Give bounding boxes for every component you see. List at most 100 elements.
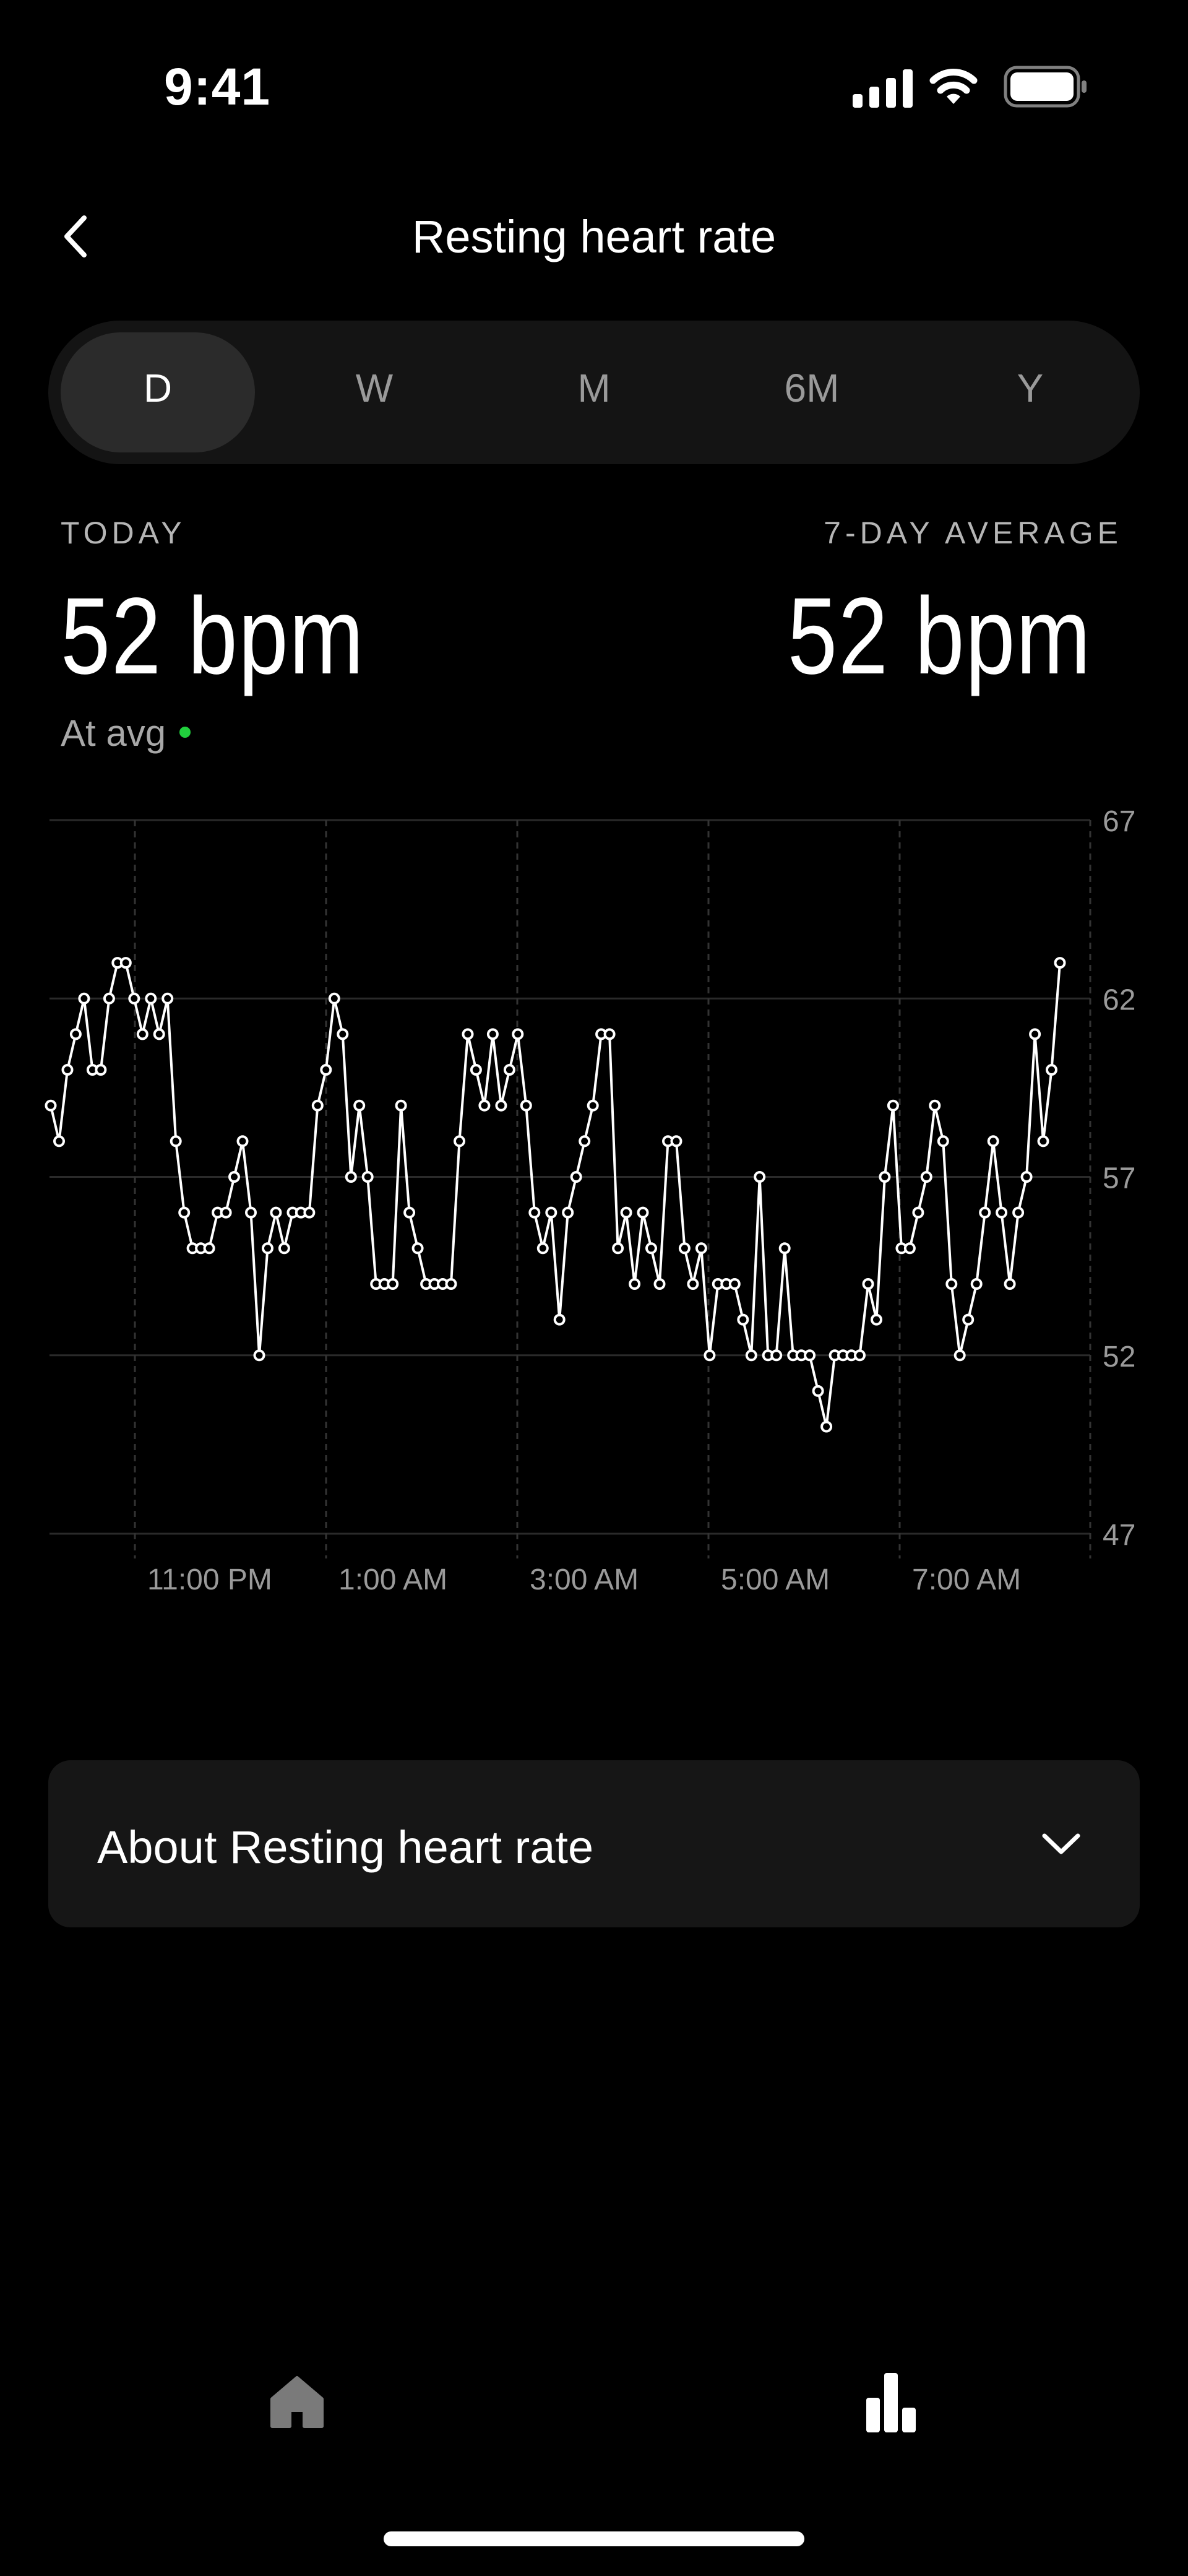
heart-rate-point bbox=[620, 1206, 632, 1219]
heart-rate-point bbox=[645, 1242, 657, 1255]
heart-rate-point bbox=[536, 1242, 549, 1255]
heart-rate-point bbox=[228, 1171, 240, 1183]
heart-rate-point bbox=[495, 1099, 507, 1112]
heart-rate-chart: 67 62 57 52 47 11:00 PM 1:00 AM 3:00 AM 5:00 AM 7… bbox=[45, 805, 1135, 1596]
heart-rate-point bbox=[454, 1135, 465, 1148]
heart-rate-point bbox=[962, 1313, 975, 1326]
heart-rate-point bbox=[637, 1206, 649, 1219]
heart-rate-point bbox=[1046, 1064, 1057, 1076]
heart-rate-point bbox=[570, 1171, 582, 1183]
y-tick-label: 52 bbox=[1103, 1341, 1135, 1373]
heart-rate-point bbox=[262, 1242, 273, 1255]
heart-rate-point bbox=[871, 1313, 882, 1326]
cellular-signal-icon bbox=[853, 69, 913, 108]
heart-rate-point bbox=[754, 1171, 766, 1183]
tab-year[interactable]: Y bbox=[968, 365, 1092, 411]
about-accordion-label: About Resting heart rate bbox=[97, 1822, 594, 1873]
heart-rate-line bbox=[50, 961, 1061, 1428]
heart-rate-point bbox=[203, 1242, 215, 1255]
heart-rate-point bbox=[470, 1064, 482, 1076]
heart-rate-point bbox=[937, 1135, 949, 1148]
heart-rate-point bbox=[478, 1099, 491, 1112]
chevron-down-icon[interactable] bbox=[1040, 1826, 1083, 1863]
heart-rate-point bbox=[770, 1349, 783, 1362]
heart-rate-point bbox=[445, 1278, 457, 1290]
heart-rate-point bbox=[996, 1206, 1008, 1219]
heart-rate-point bbox=[486, 1028, 499, 1040]
heart-rate-point bbox=[737, 1313, 749, 1326]
status-dot bbox=[179, 727, 191, 738]
heart-rate-point bbox=[512, 1028, 524, 1040]
heart-rate-point bbox=[337, 1028, 349, 1040]
heart-rate-point bbox=[328, 992, 340, 1005]
heart-rate-point bbox=[612, 1242, 624, 1255]
x-tick-label: 11:00 PM bbox=[147, 1563, 272, 1596]
heart-rate-point bbox=[587, 1099, 599, 1112]
heart-rate-point bbox=[553, 1313, 566, 1326]
heart-rate-point bbox=[136, 1028, 148, 1040]
tab-six-months[interactable]: 6M bbox=[750, 365, 874, 411]
heart-rate-point bbox=[545, 1206, 557, 1219]
heart-rate-point bbox=[687, 1278, 699, 1290]
home-indicator bbox=[384, 2531, 804, 2546]
home-icon[interactable] bbox=[267, 2374, 327, 2430]
heart-rate-point bbox=[403, 1206, 416, 1219]
heart-rate-point bbox=[670, 1135, 682, 1148]
heart-rate-point bbox=[528, 1206, 541, 1219]
heart-rate-point bbox=[128, 992, 140, 1005]
heart-rate-point bbox=[61, 1064, 74, 1076]
heart-rate-point bbox=[695, 1242, 707, 1255]
heart-rate-point bbox=[778, 1242, 791, 1255]
heart-rate-point bbox=[320, 1064, 332, 1076]
tab-week[interactable]: W bbox=[312, 365, 436, 411]
heart-rate-point bbox=[879, 1171, 891, 1183]
heart-rate-point bbox=[1004, 1278, 1016, 1290]
stats-icon[interactable] bbox=[865, 2373, 917, 2432]
battery-icon bbox=[1004, 66, 1087, 108]
today-value: 52 bpm bbox=[61, 576, 365, 697]
tab-month[interactable]: M bbox=[532, 365, 656, 411]
y-tick-label: 62 bbox=[1103, 983, 1135, 1016]
heart-rate-point bbox=[345, 1171, 357, 1183]
heart-rate-point bbox=[920, 1171, 932, 1183]
status-time: 9:41 bbox=[164, 58, 271, 116]
heart-rate-point bbox=[929, 1099, 941, 1112]
heart-rate-point bbox=[820, 1420, 833, 1433]
heart-rate-point bbox=[804, 1349, 816, 1362]
heart-rate-point bbox=[303, 1206, 316, 1219]
heart-rate-point bbox=[1020, 1171, 1033, 1183]
heart-rate-point bbox=[395, 1099, 407, 1112]
heart-rate-point bbox=[812, 1385, 824, 1397]
heart-rate-point bbox=[854, 1349, 866, 1362]
heart-rate-point bbox=[153, 1028, 165, 1040]
y-tick-label: 47 bbox=[1103, 1519, 1135, 1552]
y-tick-label: 67 bbox=[1103, 805, 1135, 838]
heart-rate-point bbox=[361, 1171, 374, 1183]
heart-rate-point bbox=[629, 1278, 641, 1290]
heart-rate-point bbox=[178, 1206, 191, 1219]
heart-rate-point bbox=[45, 1099, 57, 1112]
x-tick-label: 7:00 AM bbox=[912, 1563, 1021, 1596]
heart-rate-point bbox=[970, 1278, 983, 1290]
heart-rate-point bbox=[912, 1206, 924, 1219]
today-status-text: At avg bbox=[61, 712, 166, 754]
heart-rate-point bbox=[728, 1278, 741, 1290]
heart-rate-point bbox=[462, 1028, 474, 1040]
heart-rate-point bbox=[53, 1135, 65, 1148]
heart-rate-point bbox=[220, 1206, 232, 1219]
heart-rate-point bbox=[103, 992, 115, 1005]
heart-rate-point bbox=[953, 1349, 966, 1362]
tab-day[interactable]: D bbox=[96, 365, 220, 411]
heart-rate-point bbox=[387, 1278, 399, 1290]
heart-rate-point bbox=[145, 992, 157, 1005]
today-label: TODAY bbox=[61, 516, 186, 550]
x-tick-label: 1:00 AM bbox=[338, 1563, 447, 1596]
heart-rate-point bbox=[987, 1135, 999, 1148]
heart-rate-point bbox=[236, 1135, 249, 1148]
heart-rate-point bbox=[245, 1206, 257, 1219]
heart-rate-point bbox=[353, 1099, 366, 1112]
heart-rate-point bbox=[170, 1135, 182, 1148]
heart-rate-point bbox=[945, 1278, 958, 1290]
heart-rate-point bbox=[119, 957, 132, 969]
heart-rate-point bbox=[862, 1278, 874, 1290]
